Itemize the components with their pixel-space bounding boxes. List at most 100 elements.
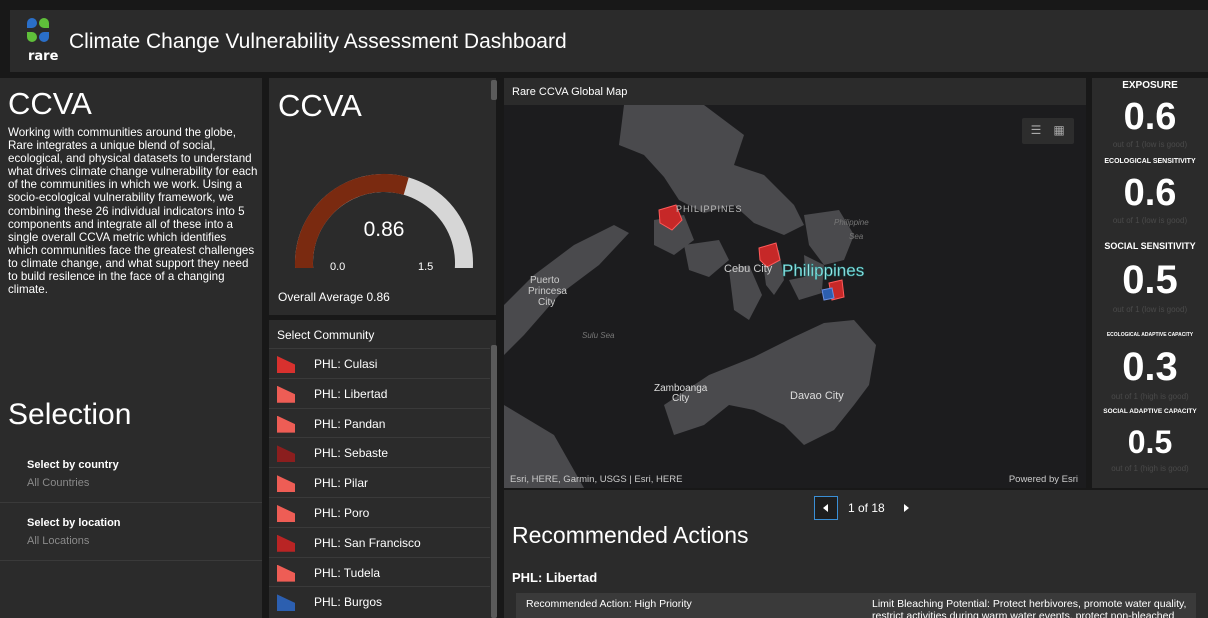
basemap-icon[interactable]: ▦: [1052, 123, 1066, 137]
logo-text: rare: [28, 49, 59, 64]
intro-heading: CCVA: [8, 86, 92, 121]
map-label-sulu: Sulu Sea: [582, 331, 615, 340]
community-list-item[interactable]: PHL: Culasi: [269, 348, 490, 378]
legend-icon[interactable]: ☰: [1029, 123, 1043, 137]
community-list-item[interactable]: PHL: San Francisco: [269, 526, 490, 557]
gauge-panel: CCVA 0.86 0.0 1.5 Overall Average 0.86: [269, 78, 496, 315]
gauge-value: 0.86: [363, 218, 405, 241]
metric-label: EXPOSURE: [1122, 80, 1178, 91]
community-flag-icon: [277, 475, 295, 493]
map-label-puerto-3: City: [538, 297, 555, 308]
map-label-zamboanga-2: City: [672, 393, 689, 404]
metric-note: out of 1 (high is good): [1111, 464, 1189, 473]
community-flag-icon: [277, 385, 295, 403]
selection-heading: Selection: [8, 398, 132, 431]
community-flag-icon: [277, 445, 295, 463]
gauge-scrollbar[interactable]: [491, 80, 497, 100]
metric-value: 0.6: [1123, 172, 1177, 214]
country-selector[interactable]: Select by country All Countries: [0, 445, 262, 503]
app-header: rare Climate Change Vulnerability Assess…: [10, 10, 1208, 72]
map-label-philippines: PHILIPPINES: [676, 204, 743, 214]
map-label-philippines-selected: Philippines: [782, 261, 864, 280]
community-list-item[interactable]: PHL: Pandan: [269, 407, 490, 438]
community-list-label: PHL: Sebaste: [314, 446, 389, 461]
next-button[interactable]: [900, 501, 914, 515]
community-list-item[interactable]: PHL: Poro: [269, 496, 490, 527]
metric-value: 0.5: [1127, 424, 1173, 460]
metric-exposure: EXPOSURE 0.6 out of 1 (low is good): [1092, 80, 1208, 149]
community-list-item[interactable]: PHL: Burgos: [269, 586, 490, 616]
actions-table: Recommended Action: High Priority Limit …: [516, 593, 1196, 618]
metric-note: out of 1 (high is good): [1111, 392, 1189, 401]
community-list-panel: Select Community PHL: Culasi PHL: Liberta…: [269, 320, 496, 618]
metric-social-adaptive-capacity: SOCIAL ADAPTIVE CAPACITY 0.5 out of 1 (h…: [1092, 408, 1208, 473]
location-selector-label: Select by location: [27, 517, 121, 529]
community-flag-icon: [277, 504, 295, 522]
rare-logo: rare: [24, 16, 58, 66]
community-flag-icon: [277, 564, 295, 582]
metric-note: out of 1 (low is good): [1112, 216, 1188, 225]
community-list-label: PHL: Burgos: [314, 595, 383, 610]
metric-value: 0.5: [1122, 258, 1178, 302]
map-attribution[interactable]: Esri, HERE, Garmin, USGS | Esri, HERE: [510, 474, 682, 485]
metric-value: 0.6: [1123, 96, 1177, 138]
gauge-min: 0.0: [330, 261, 346, 273]
map-powered-by[interactable]: Powered by Esri: [1009, 474, 1078, 485]
metric-ecological-adaptive-capacity: ECOLOGICAL ADAPTIVE CAPACITY 0.3 out of …: [1092, 332, 1208, 401]
community-flag-icon: [277, 534, 295, 552]
community-list-label: PHL: Libertad: [314, 386, 388, 401]
chevron-left-icon: [823, 504, 828, 512]
metric-label: ECOLOGICAL SENSITIVITY: [1104, 158, 1196, 165]
map-title: Rare CCVA Global Map: [512, 86, 628, 98]
community-flag-icon: [277, 356, 295, 373]
metric-social-sensitivity: SOCIAL SENSITIVITY 0.5 out of 1 (low is …: [1092, 241, 1208, 314]
actions-community: PHL: Libertad: [512, 570, 598, 585]
previous-button[interactable]: [814, 496, 838, 520]
map-toolbar: ☰ ▦: [1022, 118, 1074, 144]
map-canvas[interactable]: PHILIPPINES Philippine Sea Cebu City Phi…: [504, 105, 1086, 488]
map-label-philippine-sea-1: Philippine: [834, 218, 869, 227]
community-list-label: PHL: Pandan: [314, 416, 386, 431]
community-flag-icon: [277, 415, 295, 433]
community-list-item[interactable]: PHL: Libertad: [269, 377, 490, 408]
intro-panel: CCVA Working with communities around the…: [0, 78, 262, 618]
metric-label: ECOLOGICAL ADAPTIVE CAPACITY: [1106, 332, 1194, 338]
community-list-label: PHL: Culasi: [314, 357, 378, 371]
metric-note: out of 1 (low is good): [1112, 305, 1188, 314]
pager-text: 1 of 18: [848, 501, 885, 515]
community-list-scrollbar[interactable]: [491, 345, 497, 618]
map-panel[interactable]: Rare CCVA Global Map PHILIPPINES Philipp…: [504, 78, 1086, 488]
action-description: Limit Bleaching Potential: Protect herbi…: [872, 598, 1187, 618]
actions-panel: 1 of 18 Recommended Actions PHL: Liberta…: [504, 490, 1208, 618]
map-label-davao: Davao City: [790, 390, 844, 402]
map-label-cebu: Cebu City: [724, 263, 773, 275]
community-list-item[interactable]: PHL: Sebaste: [269, 437, 490, 467]
metric-label: SOCIAL SENSITIVITY: [1104, 241, 1196, 251]
actions-heading: Recommended Actions: [512, 522, 749, 548]
community-list-heading: Select Community: [277, 328, 375, 342]
country-selector-label: Select by country: [27, 459, 119, 471]
app-title: Climate Change Vulnerability Assessment …: [69, 30, 567, 53]
intro-description: Working with communities around the glob…: [8, 126, 258, 297]
community-list-item[interactable]: PHL: Tudela: [269, 556, 490, 587]
metric-ecological-sensitivity: ECOLOGICAL SENSITIVITY 0.6 out of 1 (low…: [1092, 158, 1208, 225]
community-flag-icon: [277, 594, 295, 612]
chevron-right-icon: [904, 504, 909, 512]
gauge-title: CCVA: [278, 88, 362, 123]
map-label-philippine-sea-2: Sea: [849, 232, 864, 241]
community-list: PHL: Culasi PHL: Libertad PHL: Pandan PHL: …: [269, 348, 490, 616]
country-selector-value: All Countries: [27, 477, 90, 489]
metric-note: out of 1 (low is good): [1112, 140, 1188, 149]
community-marker-burgos: [821, 287, 835, 301]
gauge-average: Overall Average 0.86: [278, 290, 390, 304]
metric-label: SOCIAL ADAPTIVE CAPACITY: [1103, 408, 1197, 415]
community-list-label: PHL: Tudela: [314, 565, 381, 580]
community-list-item[interactable]: PHL: Pilar: [269, 467, 490, 497]
map-label-puerto-2: Princesa: [528, 286, 567, 297]
location-selector-value: All Locations: [27, 535, 90, 547]
map-label-puerto-1: Puerto: [530, 275, 560, 286]
map-title-bar: Rare CCVA Global Map: [504, 78, 1086, 105]
metric-value: 0.3: [1122, 345, 1178, 389]
community-list-label: PHL: Pilar: [314, 476, 369, 491]
location-selector[interactable]: Select by location All Locations: [0, 503, 262, 561]
